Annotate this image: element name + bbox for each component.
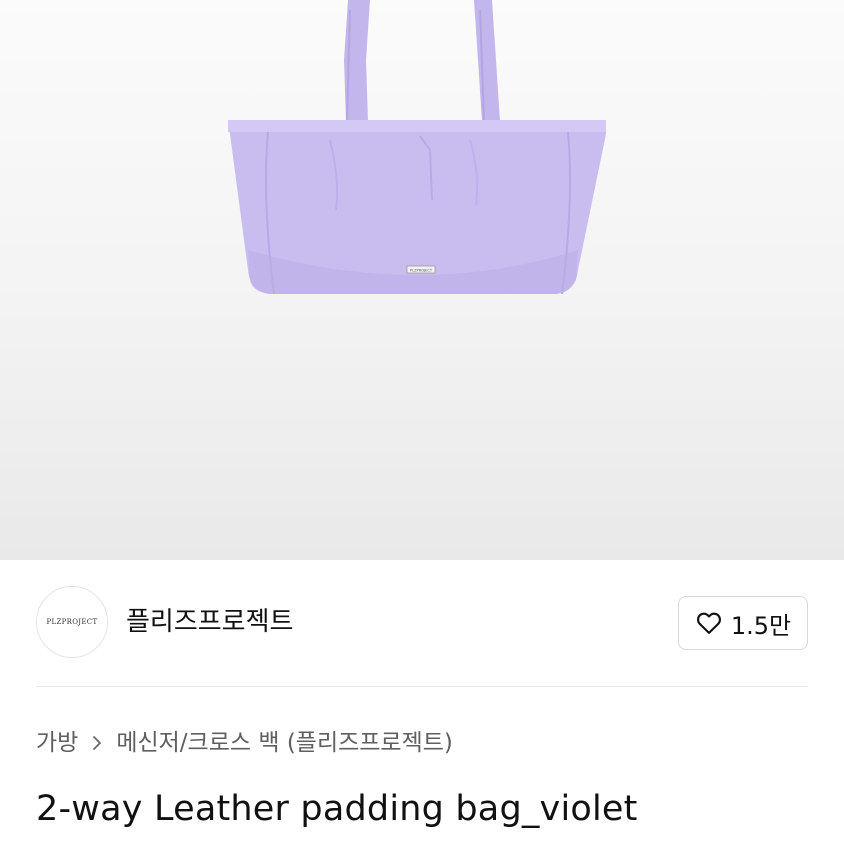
bag-illustration: PLZPROJECT [228, 0, 606, 295]
bag-label-text: PLZPROJECT [410, 269, 433, 273]
chevron-right-icon [93, 736, 102, 750]
breadcrumb-item-category[interactable]: 메신저/크로스 백 (플리즈프로젝트) [116, 726, 453, 760]
heart-icon [696, 612, 721, 634]
breadcrumb: 가방 메신저/크로스 백 (플리즈프로젝트) [36, 726, 453, 760]
like-button[interactable]: 1.5만 [678, 596, 808, 650]
bag-strap-right [474, 0, 500, 122]
product-image[interactable]: PLZPROJECT [0, 0, 844, 560]
brand-logo[interactable]: PLZPROJECT [36, 586, 108, 658]
brand-name[interactable]: 플리즈프로젝트 [126, 604, 293, 640]
brand-row: PLZPROJECT 플리즈프로젝트 1.5만 [36, 586, 808, 660]
breadcrumb-item-bag[interactable]: 가방 [36, 726, 78, 760]
brand-logo-text: PLZPROJECT [46, 618, 98, 626]
like-count: 1.5만 [730, 611, 792, 640]
product-title: 2-way Leather padding bag_violet [36, 789, 638, 829]
divider [36, 686, 808, 687]
